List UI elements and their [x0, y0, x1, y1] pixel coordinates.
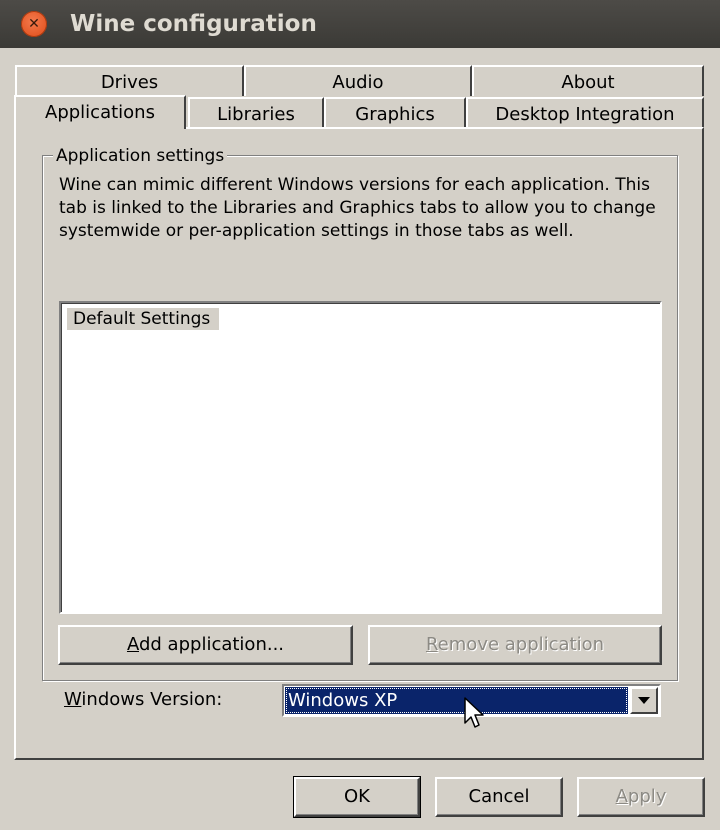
add-application-button[interactable]: Add application... — [58, 625, 353, 665]
window-title: Wine configuration — [70, 11, 317, 37]
applications-list[interactable]: Default Settings — [59, 301, 662, 614]
tab-graphics[interactable]: Graphics — [324, 97, 466, 128]
tab-desktop-integration[interactable]: Desktop Integration — [466, 97, 704, 128]
accel-key: A — [126, 634, 139, 655]
close-icon[interactable]: ✕ — [21, 11, 47, 37]
tab-libraries[interactable]: Libraries — [188, 97, 324, 128]
ok-button[interactable]: OK — [293, 776, 421, 818]
windows-version-value[interactable]: Windows XP — [285, 687, 628, 714]
button-label: dd application... — [138, 634, 285, 655]
list-item[interactable]: Default Settings — [67, 308, 220, 330]
chevron-down-icon — [638, 697, 650, 704]
mouse-pointer-icon — [464, 697, 484, 728]
dropdown-button[interactable] — [630, 687, 658, 714]
accel-key: R — [425, 634, 438, 655]
tab-about[interactable]: About — [472, 65, 704, 96]
windows-version-label: Windows Version: — [64, 689, 222, 710]
accel-key: W — [64, 689, 82, 710]
description-text: Wine can mimic different Windows version… — [59, 175, 656, 241]
title-bar: ✕ Wine configuration — [0, 0, 720, 48]
button-label: pply — [627, 786, 667, 807]
label-text: indows Version: — [81, 689, 223, 710]
cancel-button[interactable]: Cancel — [435, 777, 563, 817]
apply-button[interactable]: Apply — [577, 777, 705, 817]
button-label: emove application — [437, 634, 605, 655]
tab-applications[interactable]: Applications — [14, 95, 186, 129]
tab-audio[interactable]: Audio — [244, 65, 472, 96]
accel-key: A — [615, 786, 628, 807]
tab-drives[interactable]: Drives — [15, 65, 244, 96]
remove-application-button[interactable]: Remove application — [368, 625, 662, 665]
group-legend: Application settings — [53, 145, 228, 167]
